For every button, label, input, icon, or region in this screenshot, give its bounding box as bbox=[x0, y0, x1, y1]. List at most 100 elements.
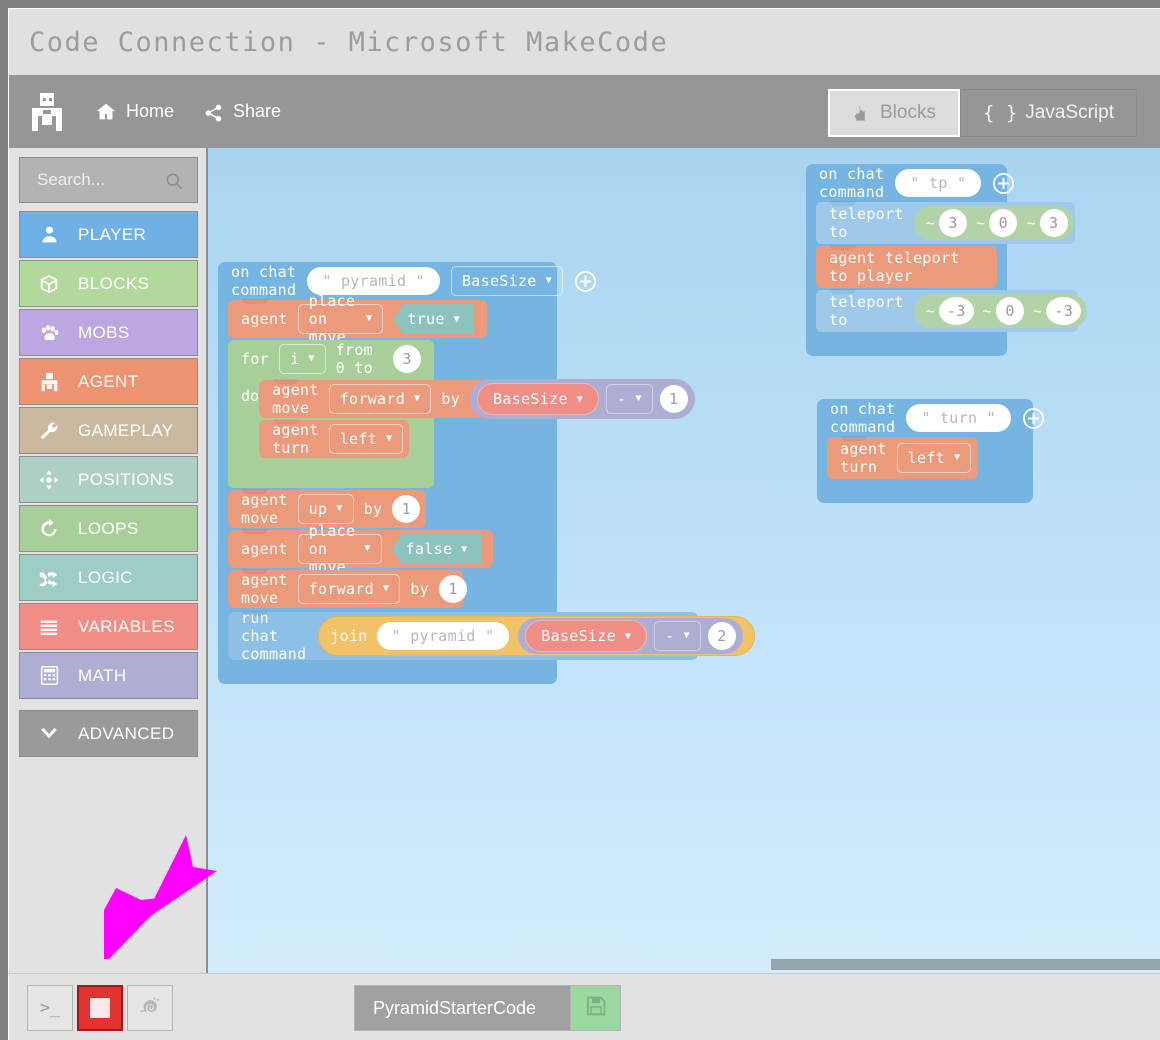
for-loop-header: for i ▼ from 0 to 3 bbox=[228, 340, 434, 378]
join-text-field[interactable]: " pyramid " bbox=[376, 622, 510, 650]
hat-footer bbox=[218, 662, 557, 684]
boolean-field-false[interactable]: false ▼ bbox=[391, 534, 482, 564]
move-forward-value-field[interactable]: 1 bbox=[438, 575, 467, 603]
tp-chat-command-text-field[interactable]: " tp " bbox=[895, 169, 982, 197]
join-block[interactable]: join " pyramid " BaseSize ▼ - ▼ 2 bbox=[318, 616, 755, 656]
move-arrows-icon bbox=[32, 469, 66, 491]
agent-robot-icon bbox=[32, 371, 66, 393]
block-run-chat-command[interactable]: run chat command join " pyramid " BaseSi… bbox=[228, 609, 755, 663]
teleport-neg-x-field[interactable]: -3 bbox=[939, 297, 974, 325]
join-math-operator-block[interactable]: BaseSize ▼ - ▼ 2 bbox=[518, 618, 743, 654]
world-position-block-positive[interactable]: ~ 3 ~ 0 ~ 3 bbox=[913, 206, 1074, 240]
sidebar-item-math-label: MATH bbox=[78, 665, 127, 685]
sidebar-item-variables-label: VARIABLES bbox=[78, 616, 175, 636]
snail-button[interactable] bbox=[127, 985, 173, 1031]
loop-variable-dropdown[interactable]: i ▼ bbox=[279, 344, 326, 374]
calculator-icon bbox=[32, 665, 66, 686]
sidebar-item-variables[interactable]: VARIABLES bbox=[19, 603, 198, 650]
plus-circle-icon[interactable] bbox=[1022, 407, 1045, 430]
sidebar-item-advanced[interactable]: ADVANCED bbox=[19, 710, 198, 757]
sidebar-item-math[interactable]: MATH bbox=[19, 652, 198, 699]
horizontal-scrollbar-track[interactable] bbox=[208, 959, 1160, 973]
turn-left-direction-dropdown[interactable]: left ▼ bbox=[896, 443, 972, 473]
block-agent-move-forward-math[interactable]: agent move forward ▼ by BaseSize ▼ - ▼ 1 bbox=[259, 379, 695, 419]
join-variable-field-basesize[interactable]: BaseSize ▼ bbox=[525, 620, 648, 652]
move-forward-direction-dropdown[interactable]: forward ▼ bbox=[297, 574, 401, 604]
sidebar-item-player[interactable]: PLAYER bbox=[19, 211, 198, 258]
teleport-neg-y-field[interactable]: 0 bbox=[996, 297, 1025, 325]
tab-javascript[interactable]: { } JavaScript bbox=[959, 89, 1137, 137]
turn-chat-command-text-field[interactable]: " turn " bbox=[906, 404, 1011, 432]
sidebar-item-logic[interactable]: LOGIC bbox=[19, 554, 198, 601]
operator-dropdown[interactable]: - ▼ bbox=[606, 384, 653, 414]
place-on-move-false-dropdown[interactable]: place on move ▼ bbox=[297, 522, 382, 576]
menu-item-share[interactable]: Share bbox=[202, 101, 281, 123]
stop-button[interactable] bbox=[77, 985, 123, 1031]
world-position-block-negative[interactable]: ~ -3 ~ 0 ~ -3 bbox=[913, 294, 1088, 328]
block-for-loop[interactable]: for i ▼ from 0 to 3 do agent move forwar… bbox=[228, 340, 695, 488]
loop-end-value-field[interactable]: 3 bbox=[393, 345, 421, 373]
block-agent-place-on-move-false[interactable]: agent place on move ▼ false ▼ bbox=[228, 522, 493, 576]
save-button[interactable] bbox=[570, 986, 620, 1030]
move-direction-dropdown[interactable]: forward ▼ bbox=[328, 384, 432, 414]
join-math-right-operand-field[interactable]: 2 bbox=[707, 622, 736, 650]
move-up-direction-dropdown[interactable]: up ▼ bbox=[297, 494, 354, 524]
math-right-operand-field[interactable]: 1 bbox=[659, 385, 688, 413]
menu-bar: Home Share Blocks { } JavaScript bbox=[9, 75, 1160, 148]
sidebar-item-advanced-label: ADVANCED bbox=[78, 723, 175, 743]
editor-mode-tabs: Blocks { } JavaScript bbox=[828, 89, 1137, 137]
block-agent-teleport-to-player[interactable]: agent teleport to player bbox=[816, 245, 997, 288]
chat-command-text-field[interactable]: " pyramid " bbox=[307, 267, 440, 295]
block-agent-turn-left-inner[interactable]: agent turn left ▼ bbox=[259, 419, 410, 458]
sidebar-item-positions[interactable]: POSITIONS bbox=[19, 456, 198, 503]
tilde-x: ~ bbox=[925, 214, 935, 232]
sidebar-item-agent[interactable]: AGENT bbox=[19, 358, 198, 405]
block-agent-move-forward-one[interactable]: agent move forward ▼ by 1 bbox=[228, 569, 467, 608]
event-block-on-chat-command-tp[interactable]: on chat command " tp " teleport to ~ 3 ~… bbox=[806, 164, 1088, 356]
for-loop-footer bbox=[228, 460, 434, 488]
hat-body: agent place on move ▼ true ▼ for i ▼ fro… bbox=[218, 292, 755, 663]
teleport-z-field[interactable]: 3 bbox=[1039, 209, 1068, 237]
share-icon bbox=[202, 101, 224, 123]
teleport-neg-z-field[interactable]: -3 bbox=[1046, 297, 1082, 325]
search-box[interactable] bbox=[19, 157, 198, 203]
tab-blocks[interactable]: Blocks bbox=[828, 89, 960, 137]
parameter-dropdown-basesize[interactable]: BaseSize ▼ bbox=[450, 266, 563, 296]
project-name-field[interactable]: PyramidStarterCode bbox=[355, 986, 570, 1030]
boolean-field-true[interactable]: true ▼ bbox=[393, 304, 474, 334]
menu-item-home[interactable]: Home bbox=[95, 101, 174, 123]
menu-item-share-label: Share bbox=[233, 101, 282, 121]
search-icon bbox=[164, 171, 185, 197]
application-window: Code Connection - Microsoft MakeCode Hom… bbox=[8, 8, 1160, 1040]
sidebar-item-loops[interactable]: LOOPS bbox=[19, 505, 198, 552]
sidebar-item-gameplay[interactable]: GAMEPLAY bbox=[19, 407, 198, 454]
teleport-x-field[interactable]: 3 bbox=[939, 209, 967, 237]
block-teleport-to-positive[interactable]: teleport to ~ 3 ~ 0 ~ 3 bbox=[816, 201, 1075, 244]
turn-direction-dropdown[interactable]: left ▼ bbox=[328, 424, 404, 454]
join-operator-dropdown[interactable]: - ▼ bbox=[654, 621, 701, 651]
sidebar-item-loops-label: LOOPS bbox=[78, 518, 139, 538]
tp-hat-body: teleport to ~ 3 ~ 0 ~ 3 agent teleport t… bbox=[806, 201, 1088, 332]
sidebar-item-gameplay-label: GAMEPLAY bbox=[78, 420, 174, 440]
plus-circle-icon[interactable] bbox=[992, 172, 1015, 195]
screen-root: Code Connection - Microsoft MakeCode Hom… bbox=[0, 0, 1160, 1040]
block-agent-place-on-move-true[interactable]: agent place on move ▼ true ▼ bbox=[228, 292, 487, 346]
event-block-on-chat-command-turn[interactable]: on chat command " turn " agent turn left… bbox=[817, 399, 1044, 503]
hat-prefix: on chat command bbox=[231, 263, 297, 299]
plus-circle-icon[interactable] bbox=[574, 270, 597, 293]
tab-javascript-label: JavaScript bbox=[1025, 102, 1114, 123]
move-up-value-field[interactable]: 1 bbox=[392, 495, 421, 523]
sidebar-item-mobs[interactable]: MOBS bbox=[19, 309, 198, 356]
terminal-button[interactable]: >_ bbox=[27, 985, 73, 1031]
teleport-y-field[interactable]: 0 bbox=[989, 209, 1018, 237]
place-on-move-dropdown[interactable]: place on move ▼ bbox=[297, 292, 384, 346]
search-input[interactable] bbox=[37, 170, 157, 190]
horizontal-scrollbar-thumb[interactable] bbox=[771, 959, 1160, 970]
blocks-workspace[interactable]: on chat command " pyramid " BaseSize ▼ ag… bbox=[208, 148, 1160, 973]
block-teleport-to-negative[interactable]: teleport to ~ -3 ~ 0 ~ -3 bbox=[816, 289, 1088, 332]
event-block-on-chat-command-pyramid[interactable]: on chat command " pyramid " BaseSize ▼ ag… bbox=[218, 262, 755, 684]
variable-field-basesize[interactable]: BaseSize ▼ bbox=[477, 383, 600, 415]
math-operator-block-subtract[interactable]: BaseSize ▼ - ▼ 1 bbox=[470, 379, 695, 419]
sidebar-item-blocks[interactable]: BLOCKS bbox=[19, 260, 198, 307]
block-agent-turn-left[interactable]: agent turn left ▼ bbox=[827, 436, 978, 479]
